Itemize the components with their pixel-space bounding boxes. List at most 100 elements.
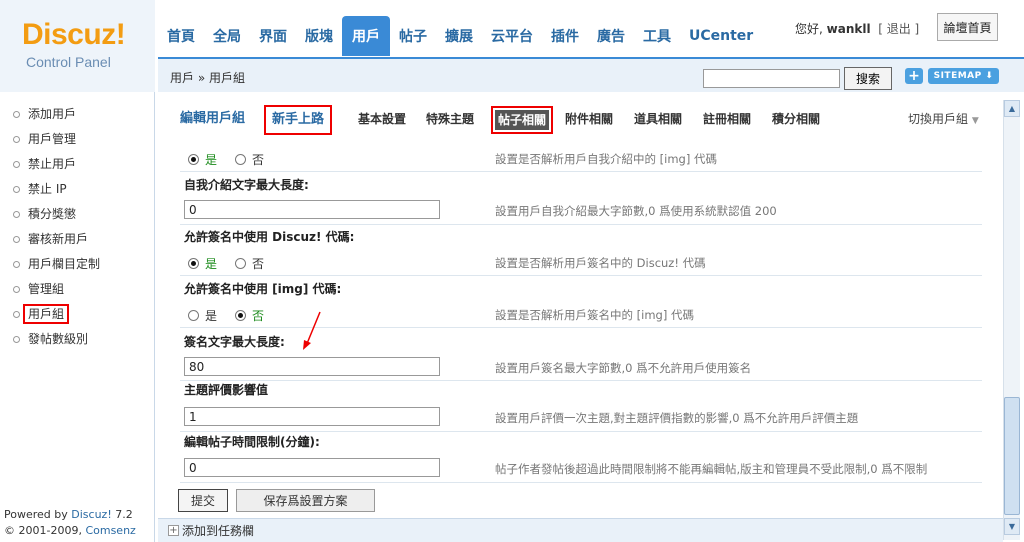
bullet-icon — [13, 136, 20, 143]
tab-posts-label: 帖子相關 — [495, 110, 550, 130]
tab-special-threads[interactable]: 特殊主題 — [426, 108, 474, 130]
setting-label: 主題評價影響值 — [184, 383, 269, 397]
bullet-icon — [13, 111, 20, 118]
sitemap-button[interactable]: SITEMAP ⬇ — [928, 68, 999, 84]
bullet-icon — [13, 186, 20, 193]
divider — [180, 275, 982, 276]
radio-no-label: 否 — [252, 153, 265, 167]
nav-ads[interactable]: 廣告 — [588, 16, 634, 56]
tab-newbie-group[interactable]: 新手上路 — [264, 105, 333, 135]
tab-credits[interactable]: 積分相關 — [772, 108, 820, 130]
sidebar-item-label: 用戶組 — [23, 304, 70, 324]
logo[interactable]: Discuz! Control Panel — [0, 0, 155, 92]
powered-product-link[interactable]: Discuz! — [71, 508, 111, 521]
scroll-thumb[interactable] — [1004, 397, 1020, 515]
username: wankll — [826, 22, 871, 36]
tab-attachments[interactable]: 附件相關 — [565, 108, 613, 130]
setting-label: 允許簽名中使用 [img] 代碼: — [184, 282, 342, 296]
setting-label: 允許簽名中使用 Discuz! 代碼: — [184, 230, 355, 244]
nav-ucenter[interactable]: UCenter — [680, 16, 762, 56]
page-title: 編輯用戶組 — [180, 111, 246, 126]
radio-group: 是 否 — [188, 255, 264, 272]
add-shortcut-button[interactable]: + — [905, 68, 923, 84]
sidebar-item-ban-user[interactable]: 禁止用戶 — [0, 154, 154, 179]
sig-max-length-input[interactable] — [184, 357, 440, 376]
edit-time-limit-input[interactable] — [184, 458, 440, 477]
sidebar-item-label: 用戶管理 — [28, 132, 77, 146]
sidebar-item-post-ranks[interactable]: 發帖數級別 — [0, 329, 154, 354]
sidebar-item-user-fields[interactable]: 用戶欄目定制 — [0, 254, 154, 279]
sidebar-item-label: 禁止用戶 — [28, 157, 77, 171]
sidebar-item-credits-rewards[interactable]: 積分獎懲 — [0, 204, 154, 229]
nav-cloud[interactable]: 云平台 — [482, 16, 542, 56]
nav-tools[interactable]: 工具 — [634, 16, 680, 56]
save-scheme-button[interactable]: 保存爲設置方案 — [236, 489, 375, 512]
setting-description: 設置是否解析用戶簽名中的 Discuz! 代碼 — [495, 256, 706, 270]
powered-by: Powered by Discuz! 7.2 © 2001-2009, Coms… — [4, 507, 154, 542]
sidebar: 添加用戶 用戶管理 禁止用戶 禁止 IP 積分獎懲 審核新用戶 用戶欄目定制 管… — [0, 92, 155, 542]
group-tabs: 編輯用戶組 新手上路 基本設置 特殊主題 帖子相關 附件相關 道具相關 註冊相關… — [158, 102, 988, 136]
nav-home[interactable]: 首頁 — [158, 16, 204, 56]
tab-magic[interactable]: 道具相關 — [634, 108, 682, 130]
nav-posts[interactable]: 帖子 — [390, 16, 436, 56]
bullet-icon — [13, 311, 20, 318]
sidebar-item-admin-groups[interactable]: 管理組 — [0, 279, 154, 304]
bullet-icon — [13, 336, 20, 343]
setting-description: 設置是否解析用戶簽名中的 [img] 代碼 — [495, 308, 694, 322]
nav-interface[interactable]: 界面 — [250, 16, 296, 56]
nav-forums[interactable]: 版塊 — [296, 16, 342, 56]
powered-version: 7.2 — [111, 508, 133, 521]
search-input[interactable] — [703, 69, 840, 88]
radio-no[interactable] — [235, 154, 247, 165]
rate-influence-input[interactable] — [184, 407, 440, 426]
sidebar-item-add-user[interactable]: 添加用戶 — [0, 104, 154, 129]
switch-group-dropdown[interactable]: 切換用戶組 ▼ — [908, 108, 979, 130]
radio-yes[interactable] — [188, 258, 199, 269]
divider — [180, 482, 982, 483]
sidebar-item-label: 發帖數級別 — [28, 332, 89, 346]
logout-link[interactable]: [ 退出 ] — [878, 22, 919, 36]
main-content: 編輯用戶組 新手上路 基本設置 特殊主題 帖子相關 附件相關 道具相關 註冊相關… — [158, 92, 1003, 518]
powered-prefix: Powered by — [4, 508, 72, 521]
sidebar-item-label: 禁止 IP — [28, 182, 67, 196]
tab-register[interactable]: 註冊相關 — [703, 108, 751, 130]
nav-global[interactable]: 全局 — [204, 16, 250, 56]
add-to-taskbar[interactable]: + 添加到任務欄 — [168, 522, 254, 539]
bio-max-length-input[interactable] — [184, 200, 440, 219]
sidebar-item-label: 審核新用戶 — [28, 232, 89, 246]
sidebar-item-label: 添加用戶 — [28, 107, 77, 121]
search-button[interactable]: 搜索 — [844, 67, 892, 90]
nav-extend[interactable]: 擴展 — [436, 16, 482, 56]
forum-home-button[interactable]: 論壇首頁 — [937, 13, 998, 41]
radio-yes[interactable] — [188, 310, 199, 321]
sidebar-item-ban-ip[interactable]: 禁止 IP — [0, 179, 154, 204]
user-info: 您好, wankll [ 退出 ] — [795, 20, 919, 37]
top-navigation: 首頁 全局 界面 版塊 用戶 帖子 擴展 云平台 插件 廣告 工具 UCente… — [158, 16, 762, 56]
copyright-prefix: © 2001-2009, — [4, 524, 86, 537]
nav-plugins[interactable]: 插件 — [542, 16, 588, 56]
sidebar-item-label: 積分獎懲 — [28, 207, 77, 221]
bullet-icon — [13, 261, 20, 268]
logo-brand: Discuz! — [22, 18, 126, 51]
scroll-up-icon[interactable]: ▲ — [1004, 100, 1020, 117]
sidebar-item-user-groups[interactable]: 用戶組 — [0, 304, 154, 329]
radio-no[interactable] — [235, 310, 247, 321]
radio-yes-label: 是 — [205, 257, 218, 271]
annotation-arrow-icon — [303, 311, 321, 350]
radio-no-label: 否 — [252, 257, 265, 271]
plus-box-icon: + — [168, 525, 179, 536]
radio-no-label: 否 — [252, 309, 265, 323]
submit-button[interactable]: 提交 — [178, 489, 228, 512]
sidebar-item-audit-users[interactable]: 審核新用戶 — [0, 229, 154, 254]
radio-yes-label: 是 — [205, 309, 218, 323]
nav-users[interactable]: 用戶 — [342, 16, 390, 56]
scroll-down-icon[interactable]: ▼ — [1004, 518, 1020, 535]
radio-no[interactable] — [235, 258, 247, 269]
radio-yes[interactable] — [188, 154, 199, 165]
divider — [180, 431, 982, 432]
divider — [180, 224, 982, 225]
sidebar-item-user-manage[interactable]: 用戶管理 — [0, 129, 154, 154]
vertical-scrollbar[interactable]: ▲ ▼ — [1003, 100, 1020, 540]
tab-posts-related[interactable]: 帖子相關 — [491, 106, 554, 134]
tab-basic-settings[interactable]: 基本設置 — [358, 108, 406, 130]
